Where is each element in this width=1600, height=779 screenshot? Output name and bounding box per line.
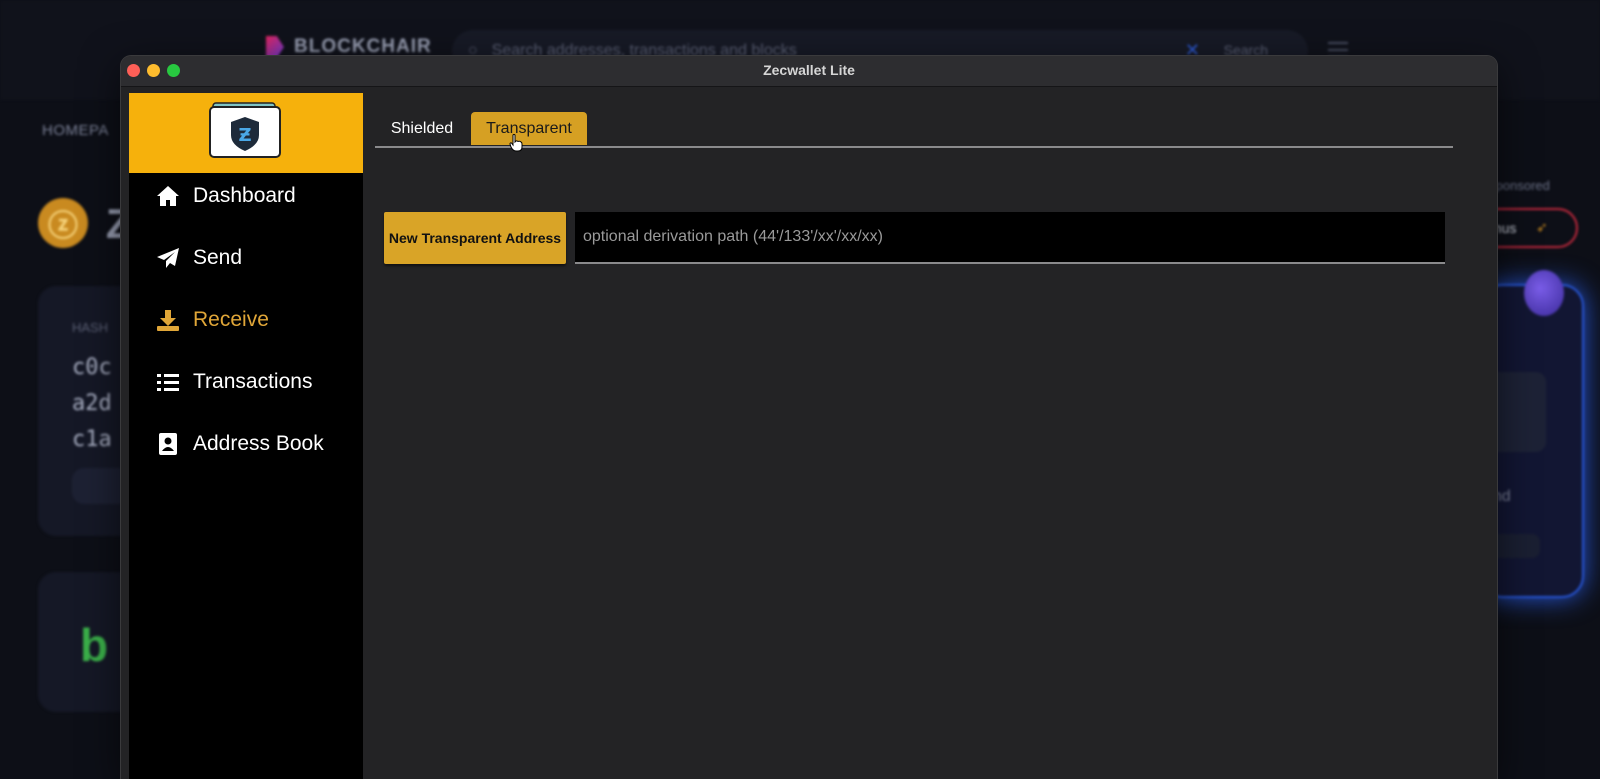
sidebar: Ƶ Dashboard Send Receive Transactions Ad…: [129, 93, 363, 779]
tab-transparent[interactable]: Transparent: [471, 112, 587, 145]
sidebar-item-label: Send: [193, 246, 243, 269]
sidebar-item-receive[interactable]: Receive: [155, 307, 269, 333]
sidebar-item-label: Transactions: [193, 370, 313, 393]
download-icon: [155, 307, 181, 333]
bg-orb-graphic: [1524, 270, 1564, 316]
bg-hash-value: c0c a2d c1a: [72, 355, 112, 452]
tab-shielded[interactable]: Shielded: [381, 112, 463, 145]
bc-game-logo-icon: b: [80, 619, 109, 671]
paper-plane-icon: [155, 245, 181, 271]
receive-panel: Shielded Transparent New Transparent Add…: [375, 86, 1497, 779]
home-icon: [155, 183, 181, 209]
new-transparent-address-button[interactable]: New Transparent Address: [384, 212, 566, 264]
zcash-wallet-logo-icon: Ƶ: [209, 102, 281, 158]
contact-book-icon: [155, 431, 181, 457]
svg-text:Ƶ: Ƶ: [238, 125, 251, 146]
title-bar[interactable]: Zecwallet Lite: [121, 56, 1497, 87]
app-logo: Ƶ: [129, 93, 363, 173]
bg-hash-label: HASH: [72, 320, 109, 335]
rocket-icon: ➶: [1536, 219, 1548, 235]
sidebar-item-label: Receive: [193, 308, 269, 331]
sidebar-item-label: Dashboard: [193, 184, 296, 207]
address-type-tabs: Shielded Transparent: [375, 112, 1453, 148]
blockchair-logo-icon: [266, 36, 284, 58]
list-icon: [155, 369, 181, 395]
app-window: Zecwallet Lite Ƶ Dashboard Send Receive …: [121, 56, 1497, 779]
sidebar-item-address-book[interactable]: Address Book: [155, 431, 324, 457]
sidebar-item-label: Address Book: [193, 432, 324, 455]
bg-brand-logo: BLOCKCHAIR: [266, 36, 432, 58]
hand-pointer-cursor-icon: [509, 134, 523, 152]
zcash-coin-icon: ⓩ: [38, 198, 88, 248]
bg-breadcrumb: HOMEPA: [42, 122, 109, 139]
derivation-path-input[interactable]: [575, 212, 1445, 264]
sidebar-item-dashboard[interactable]: Dashboard: [155, 183, 296, 209]
window-title: Zecwallet Lite: [763, 62, 855, 78]
sidebar-item-transactions[interactable]: Transactions: [155, 369, 312, 395]
sidebar-item-send[interactable]: Send: [155, 245, 242, 271]
